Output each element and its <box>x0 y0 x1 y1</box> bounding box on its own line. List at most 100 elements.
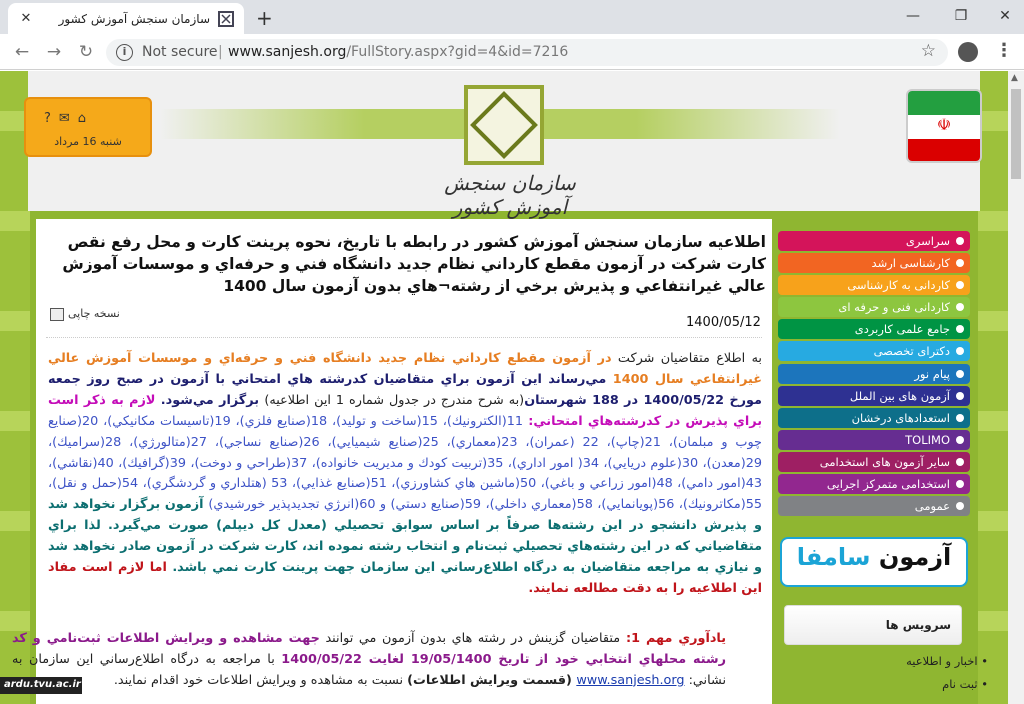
banner-text: آزمون سامفا <box>782 543 966 571</box>
body-text: برگزار مي‌شود. <box>155 392 265 408</box>
url-host: www.sanjesh.org <box>228 44 347 60</box>
scroll-up-icon[interactable]: ▲ <box>1011 73 1018 83</box>
favicon-icon <box>218 10 234 27</box>
services-title: سرویس ها <box>885 618 951 632</box>
article-title: اطلاعيه سازمان سنجش آموزش كشور در رابطه … <box>62 233 766 295</box>
body-text: به اطلاع متقاضيان شركت <box>611 351 762 366</box>
site-logo[interactable] <box>464 85 544 165</box>
bullet-icon <box>956 347 964 356</box>
scroll-thumb[interactable] <box>1011 89 1021 179</box>
bullet-icon <box>956 457 964 466</box>
sidebar-item-label: آزمون های بین الملل <box>849 388 950 403</box>
close-window-icon[interactable]: ✕ <box>990 4 1020 28</box>
date-box: ?✉⌂ شنبه 16 مرداد <box>24 97 152 157</box>
watermark: ardu.tvu.ac.ir <box>0 677 82 694</box>
address-bar[interactable]: i Not secure | www.sanjesh.org/FullStory… <box>106 39 948 66</box>
article-body: به اطلاع متقاضيان شركت در آزمون مقطع كار… <box>48 349 762 600</box>
bullet-icon <box>956 259 964 268</box>
site-link[interactable]: www.sanjesh.org <box>576 673 684 688</box>
body-text: نسبت به مشاهده و ويرايش اطلاعات خود اقدا… <box>113 672 408 688</box>
service-register-link[interactable]: • ثبت نام <box>942 677 988 691</box>
sidebar-item-label: جامع علمی کاربردی <box>854 322 950 337</box>
sidebar-item-label: سراسری <box>905 234 950 248</box>
bullet-icon <box>956 303 964 312</box>
sidebar-item-6[interactable]: پیام نور <box>778 363 970 384</box>
article-date: 1400/05/12 <box>686 315 761 330</box>
url-text[interactable]: www.sanjesh.org/FullStory.aspx?gid=4&id=… <box>228 44 568 60</box>
sidebar-item-3[interactable]: کاردانی فنی و حرفه ای <box>778 297 970 318</box>
browser-tab[interactable]: ✕ سازمان سنجش آموزش کشور <box>8 3 244 34</box>
close-tab-icon[interactable]: ✕ <box>18 11 34 26</box>
logo-mark-icon <box>470 91 538 159</box>
sidebar-item-12[interactable]: عمومی <box>778 496 970 517</box>
sidebar-item-label: TOLIMO <box>905 432 950 447</box>
sidebar-item-5[interactable]: دکترای تخصصی <box>778 341 970 362</box>
reload-icon[interactable]: ↻ <box>74 40 98 64</box>
maximize-icon[interactable]: ❐ <box>946 4 976 28</box>
printer-icon <box>50 307 64 321</box>
right-pattern <box>978 71 1008 704</box>
sidebar-item-label: دکترای تخصصی <box>873 344 950 359</box>
profile-avatar-icon[interactable] <box>958 42 978 62</box>
sidebar-item-4[interactable]: جامع علمی کاربردی <box>778 319 970 340</box>
info-icon[interactable]: i <box>116 44 133 61</box>
sidebar-item-label: عمومی <box>914 499 950 514</box>
back-icon[interactable]: ← <box>10 40 34 64</box>
print-link[interactable]: نسخه چاپی <box>50 307 120 321</box>
bullet-icon <box>956 502 964 511</box>
sidebar-item-11[interactable]: استخدامی متمرکز اجرایی <box>778 474 970 495</box>
new-tab-button[interactable]: + <box>256 6 273 30</box>
iran-flag-icon: ☫ <box>906 89 982 163</box>
service-label: اخبار و اطلاعیه <box>906 654 978 668</box>
samfa-banner[interactable]: آزمون سامفا <box>780 537 968 587</box>
service-news-link[interactable]: • اخبار و اطلاعیه <box>906 654 988 668</box>
reminder-note: يادآوري مهم 1: متقاضيان گزينش در رشته ها… <box>12 629 726 692</box>
services-box: سرویس ها <box>784 605 962 645</box>
sidebar-item-2[interactable]: کاردانی به کارشناسی <box>778 275 970 296</box>
bullet-icon <box>956 237 964 245</box>
sidebar-item-label: کاردانی به کارشناسی <box>847 278 950 293</box>
banner-word: آزمون <box>878 543 952 571</box>
bullet-icon <box>956 391 964 400</box>
forward-icon[interactable]: → <box>42 40 66 64</box>
sidebar-item-0[interactable]: سراسری <box>778 231 970 251</box>
bullet-icon <box>956 480 964 489</box>
browser-toolbar: ← → ↻ i Not secure | www.sanjesh.org/Ful… <box>0 34 1024 70</box>
banner-brand: سامفا <box>796 543 871 571</box>
date-text: شنبه 16 مرداد <box>54 135 122 148</box>
reminder-label: يادآوري مهم 1: <box>620 631 727 646</box>
print-label: نسخه چاپی <box>68 307 120 320</box>
bullet-icon <box>956 325 964 334</box>
bullet-icon <box>956 413 964 422</box>
tab-title: سازمان سنجش آموزش کشور <box>58 11 210 26</box>
scrollbar[interactable]: ▲ <box>1008 71 1024 704</box>
bullet-icon <box>956 435 964 444</box>
url-path: /FullStory.aspx?gid=4&id=7216 <box>346 44 569 60</box>
body-text: متقاضيان گزينش در رشته هاي بدون آزمون مي… <box>319 631 621 646</box>
sidebar-item-10[interactable]: سایر آزمون های استخدامی <box>778 451 970 472</box>
sidebar-item-label: استعدادهای درخشان <box>851 410 950 425</box>
sidebar-item-label: پیام نور <box>914 366 950 381</box>
left-pattern <box>0 71 30 704</box>
sidebar-item-label: کارشناسی ارشد <box>871 256 950 271</box>
menu-icon[interactable]: ⋮ <box>995 40 1013 61</box>
sidebar-item-9[interactable]: TOLIMO <box>778 429 970 450</box>
sidebar-item-7[interactable]: آزمون های بین الملل <box>778 385 970 406</box>
sidebar-item-8[interactable]: استعدادهای درخشان <box>778 407 970 428</box>
bullet-icon <box>956 281 964 290</box>
bookmark-star-icon[interactable]: ☆ <box>921 41 936 61</box>
divider <box>46 337 762 338</box>
sidebar-item-label: کاردانی فنی و حرفه ای <box>838 300 950 315</box>
sidebar-item-label: سایر آزمون های استخدامی <box>819 454 950 469</box>
body-text: (قسمت ويرايش اطلاعات) <box>407 672 577 688</box>
service-label: ثبت نام <box>942 677 978 691</box>
sidebar-menu: سراسری کارشناسی ارشد کاردانی به کارشناسی کا… <box>778 231 970 518</box>
help-mail-home-icons[interactable]: ?✉⌂ <box>44 111 94 126</box>
sidebar-item-label: استخدامی متمرکز اجرایی <box>826 477 950 492</box>
sidebar-item-1[interactable]: کارشناسی ارشد <box>778 253 970 274</box>
separator: | <box>218 44 223 60</box>
security-label: Not secure <box>142 44 218 60</box>
page-viewport: سازمان سنجش آموزش کشور ?✉⌂ شنبه 16 مرداد… <box>0 71 1008 704</box>
minimize-icon[interactable]: — <box>898 4 928 28</box>
logo-text: سازمان سنجش آموزش کشور <box>444 171 576 219</box>
